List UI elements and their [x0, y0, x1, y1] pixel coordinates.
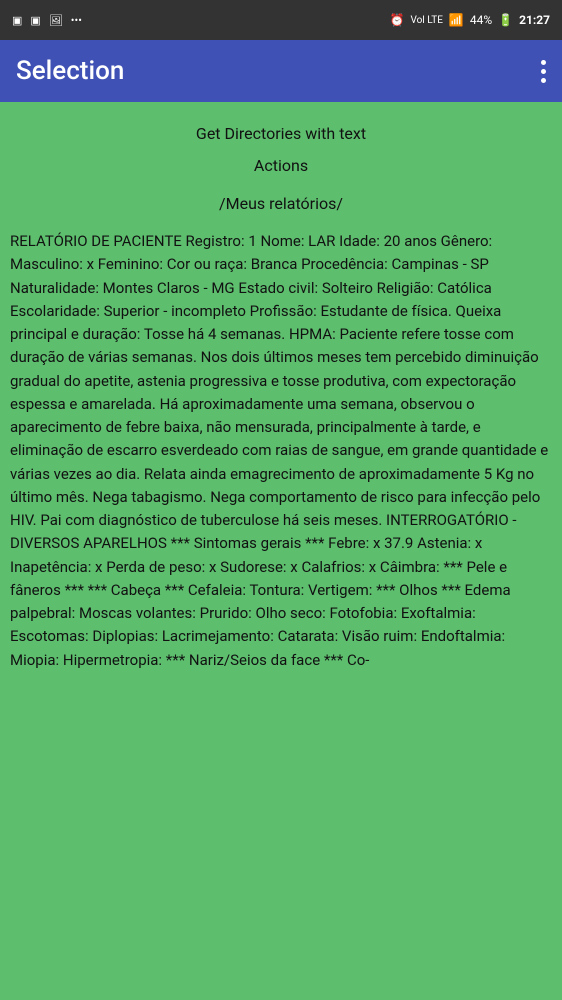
menu-button[interactable]: [541, 60, 546, 83]
wifi-icon: 📶: [449, 13, 464, 27]
app-bar-title: Selection: [16, 56, 124, 86]
meus-relatorios-label: /Meus relatórios/: [10, 192, 552, 216]
report-body: RELATÓRIO DE PACIENTE Registro: 1 Nome: …: [10, 230, 552, 672]
status-bar-right: ⏰ Vol LTE 📶 44% 🔋 21:27: [389, 13, 550, 27]
actions-header: Actions: [10, 154, 552, 178]
main-content: Get Directories with text Actions /Meus …: [0, 102, 562, 1000]
dot-1: [541, 60, 546, 65]
vol-lte-label: Vol LTE: [410, 15, 442, 26]
status-icon-3: 🖼: [49, 14, 63, 27]
status-bar-left: ▣ ▣ 🖼 •••: [12, 14, 82, 27]
dot-3: [541, 78, 546, 83]
time-label: 21:27: [519, 13, 550, 27]
battery-icon: 🔋: [498, 13, 513, 27]
alarm-icon: ⏰: [389, 13, 404, 27]
status-icon-4: •••: [71, 14, 82, 27]
battery-label: 44%: [470, 13, 492, 27]
status-icon-2: ▣: [30, 14, 40, 27]
status-icon-1: ▣: [12, 14, 22, 27]
dot-2: [541, 69, 546, 74]
app-bar: Selection: [0, 40, 562, 102]
get-directories-header: Get Directories with text: [10, 122, 552, 146]
status-bar: ▣ ▣ 🖼 ••• ⏰ Vol LTE 📶 44% 🔋 21:27: [0, 0, 562, 40]
